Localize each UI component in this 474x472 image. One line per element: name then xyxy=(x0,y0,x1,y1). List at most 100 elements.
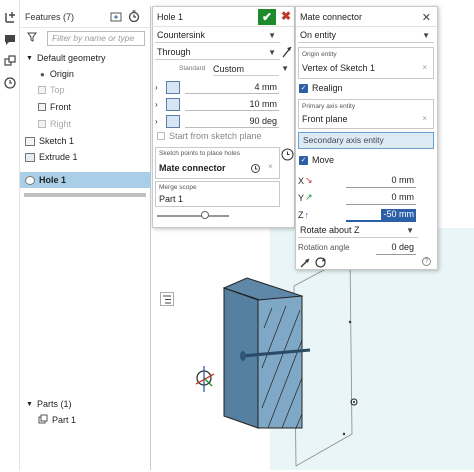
tree-origin[interactable]: ● Origin xyxy=(40,66,74,82)
realign-checkbox[interactable]: ✓ Realign xyxy=(299,83,343,93)
x-arrow-icon: ↘ xyxy=(305,175,313,185)
remove-icon[interactable]: × xyxy=(422,63,427,72)
origin-entity-value[interactable]: Vertex of Sketch 1 xyxy=(302,63,375,73)
mate-dialog-title: Mate connector xyxy=(300,11,363,22)
primary-axis-label: Primary axis entity xyxy=(302,103,356,110)
rollback-timer-icon[interactable] xyxy=(128,10,140,24)
cubes-icon[interactable] xyxy=(3,54,17,68)
sketch-points-value[interactable]: Mate connector xyxy=(159,163,226,173)
z-offset-value[interactable]: -50 mm xyxy=(381,208,416,220)
countersink-diameter-value[interactable]: 10 mm xyxy=(249,99,277,109)
y-arrow-icon: ↗ xyxy=(305,192,313,202)
x-axis-label: X xyxy=(298,175,305,186)
feature-list-header: Features (7) xyxy=(20,6,150,28)
parts-title: Parts (1) xyxy=(36,399,72,409)
chat-icon[interactable] xyxy=(3,32,17,46)
countersink-angle-value[interactable]: 90 deg xyxy=(249,116,277,126)
tree-item-label: Front xyxy=(50,102,72,112)
tree-sketch-1[interactable]: Sketch 1 xyxy=(25,133,74,149)
diameter-row[interactable]: › 4 mm xyxy=(155,79,291,95)
chevron-down-icon[interactable]: ▼ xyxy=(26,55,33,62)
filter-input[interactable]: Filter by name or type xyxy=(47,31,145,46)
hole-type-select[interactable]: Countersink ▼ xyxy=(155,28,280,43)
z-offset-input[interactable]: -50 mm xyxy=(346,208,416,222)
secondary-axis-field[interactable]: Secondary axis entity xyxy=(298,132,434,149)
close-icon[interactable]: ✖ xyxy=(281,9,291,23)
chevron-right-icon[interactable]: › xyxy=(155,100,158,109)
merge-scope-box[interactable]: Merge scope Part 1 xyxy=(155,181,280,207)
rotation-angle-row: Rotation angle 0 deg xyxy=(298,240,434,255)
tree-hole-1[interactable]: Hole 1 xyxy=(25,172,66,188)
tree-default-geometry[interactable]: ▼ Default geometry xyxy=(26,50,105,66)
standard-value: Custom xyxy=(213,64,245,74)
primary-axis-value[interactable]: Front plane xyxy=(302,114,348,124)
chevron-right-icon[interactable]: › xyxy=(155,117,158,126)
tree-front-plane[interactable]: Front xyxy=(38,99,71,115)
sketch-points-box[interactable]: Sketch points to place holes Mate connec… xyxy=(155,147,280,179)
merge-scope-value[interactable]: Part 1 xyxy=(159,194,183,204)
diameter-value[interactable]: 4 mm xyxy=(255,82,278,92)
y-offset-input[interactable]: 0 mm xyxy=(346,191,416,205)
extrude-icon xyxy=(25,152,35,162)
rollback-bar[interactable] xyxy=(24,193,146,197)
part-item[interactable]: Part 1 xyxy=(38,412,76,428)
rotation-type-select[interactable]: Rotate about Z ▼ xyxy=(298,223,418,238)
chevron-down-icon: ▼ xyxy=(406,225,414,235)
standard-select[interactable]: Custom ▼ xyxy=(213,62,289,76)
chevron-down-icon[interactable]: ▼ xyxy=(26,401,33,408)
plane-icon xyxy=(38,103,46,111)
countersink-diameter-row[interactable]: › 10 mm xyxy=(155,96,291,112)
tree-item-label: Extrude 1 xyxy=(39,152,78,162)
mate-connector-small-icon[interactable] xyxy=(250,163,261,176)
tree-top-plane[interactable]: Top xyxy=(38,82,65,98)
tree-right-plane[interactable]: Right xyxy=(38,116,71,132)
feature-list-title: Features (7) xyxy=(25,11,75,22)
merge-scope-label: Merge scope xyxy=(159,184,197,191)
sketch-icon xyxy=(25,136,35,146)
vertex-dot xyxy=(342,432,346,436)
checkmark-icon[interactable]: ✓ xyxy=(299,83,308,93)
filter-row: Filter by name or type xyxy=(20,28,150,48)
help-icon[interactable]: ? xyxy=(422,257,431,266)
flip-direction-icon[interactable] xyxy=(281,45,293,61)
reorient-secondary-axis-icon[interactable] xyxy=(314,256,327,271)
tree-hole-1-selected[interactable]: Hole 1 xyxy=(20,172,151,188)
checkbox-icon[interactable] xyxy=(157,132,165,140)
remove-icon[interactable]: × xyxy=(422,114,427,123)
start-from-sketch-plane-checkbox[interactable]: Start from sketch plane xyxy=(157,131,262,141)
left-toolbar xyxy=(0,0,20,470)
termination-select[interactable]: Through ▼ xyxy=(155,45,280,60)
part-icon xyxy=(38,414,48,426)
plane-icon xyxy=(38,86,46,94)
clock-icon[interactable] xyxy=(3,76,17,90)
remove-icon[interactable]: × xyxy=(268,162,273,171)
mate-connector-icon[interactable] xyxy=(195,366,215,392)
chevron-right-icon[interactable]: › xyxy=(155,83,158,92)
placement-select[interactable]: On entity ▼ xyxy=(298,28,434,43)
rotation-angle-input[interactable]: 0 deg xyxy=(376,241,416,255)
sketch-points-label: Sketch points to place holes xyxy=(159,150,240,157)
primary-axis-box[interactable]: Primary axis entity Front plane × xyxy=(298,99,434,129)
move-checkbox[interactable]: ✓ Move xyxy=(299,155,334,165)
rotation-type-value: Rotate about Z xyxy=(300,225,360,235)
add-folder-icon[interactable] xyxy=(110,11,122,24)
list-icon[interactable] xyxy=(160,292,174,306)
flip-primary-axis-icon[interactable] xyxy=(299,257,311,271)
z-axis-label: Z xyxy=(298,209,304,220)
tree-extrude-1[interactable]: Extrude 1 xyxy=(25,149,78,165)
slider-handle[interactable] xyxy=(201,211,209,219)
axis-plus-icon[interactable] xyxy=(3,10,17,24)
origin-entity-box[interactable]: Origin entity Vertex of Sketch 1 × xyxy=(298,47,434,79)
countersink-angle-row[interactable]: › 90 deg xyxy=(155,113,291,129)
opacity-slider[interactable] xyxy=(157,215,229,217)
close-icon[interactable]: ✕ xyxy=(422,11,431,24)
x-offset-input[interactable]: 0 mm xyxy=(346,174,416,188)
y-axis-label: Y xyxy=(298,192,305,203)
add-mate-connector-icon[interactable] xyxy=(281,148,294,163)
filter-icon[interactable] xyxy=(27,32,37,44)
parts-header[interactable]: ▼ Parts (1) xyxy=(26,396,71,412)
hole-opening xyxy=(240,351,246,361)
checkmark-icon[interactable]: ✓ xyxy=(299,155,308,165)
confirm-button[interactable]: ✔ xyxy=(258,9,276,25)
hole-dialog: Hole 1 ✔ ✖ Countersink ▼ Through ▼ Stand… xyxy=(152,6,295,228)
